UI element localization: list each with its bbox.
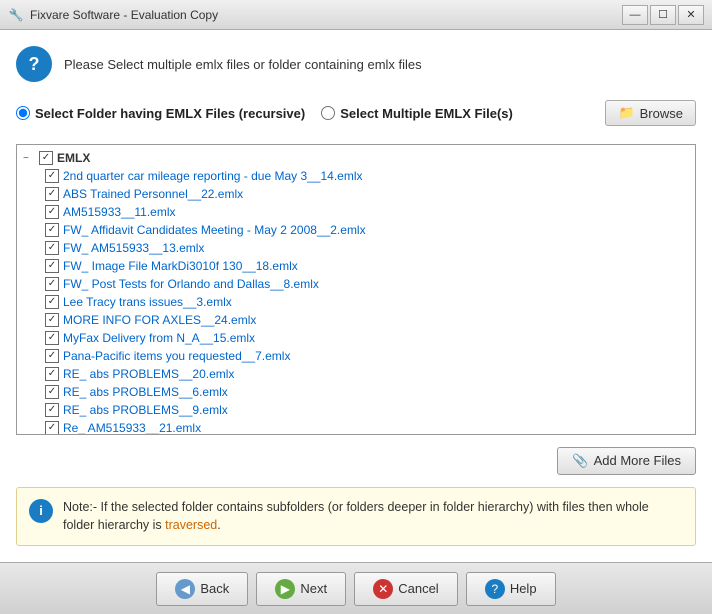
note-box: i Note:- If the selected folder contains… [16, 487, 696, 547]
root-label: EMLX [57, 151, 90, 165]
file-checkbox[interactable] [45, 385, 59, 399]
file-label: FW_ Post Tests for Orlando and Dallas__8… [63, 277, 319, 291]
back-icon: ◀ [175, 579, 195, 599]
header-section: ? Please Select multiple emlx files or f… [16, 46, 696, 82]
file-label: 2nd quarter car mileage reporting - due … [63, 169, 363, 183]
root-checkbox[interactable] [39, 151, 53, 165]
tree-item[interactable]: RE_ abs PROBLEMS__6.emlx [17, 383, 695, 401]
main-content: ? Please Select multiple emlx files or f… [0, 30, 712, 562]
window-controls: — ☐ ✕ [622, 5, 704, 25]
file-checkbox[interactable] [45, 187, 59, 201]
file-checkbox[interactable] [45, 205, 59, 219]
radio-files-input[interactable] [321, 106, 335, 120]
cancel-button[interactable]: ✕ Cancel [354, 572, 457, 606]
tree-item[interactable]: MyFax Delivery from N_A__15.emlx [17, 329, 695, 347]
note-highlight: traversed [165, 518, 217, 532]
file-checkbox[interactable] [45, 259, 59, 273]
browse-button[interactable]: 📁 Browse [605, 100, 696, 126]
tree-item[interactable]: Lee Tracy trans issues__3.emlx [17, 293, 695, 311]
file-checkbox[interactable] [45, 313, 59, 327]
file-label: FW_ Affidavit Candidates Meeting - May 2… [63, 223, 366, 237]
add-files-row: 📎 Add More Files [16, 447, 696, 475]
file-label: Pana-Pacific items you requested__7.emlx [63, 349, 290, 363]
file-checkbox[interactable] [45, 277, 59, 291]
file-label: Lee Tracy trans issues__3.emlx [63, 295, 232, 309]
back-button[interactable]: ◀ Back [156, 572, 248, 606]
tree-item[interactable]: ABS Trained Personnel__22.emlx [17, 185, 695, 203]
note-part2: . [217, 518, 220, 532]
help-button[interactable]: ? Help [466, 572, 556, 606]
file-label: MyFax Delivery from N_A__15.emlx [63, 331, 255, 345]
file-checkbox[interactable] [45, 349, 59, 363]
window-title: Fixvare Software - Evaluation Copy [30, 8, 622, 22]
browse-label: Browse [640, 106, 683, 121]
options-row: Select Folder having EMLX Files (recursi… [16, 94, 696, 132]
note-info-icon: i [29, 499, 53, 523]
next-icon: ▶ [275, 579, 295, 599]
file-tree-inner: − EMLX 2nd quarter car mileage reporting… [17, 145, 695, 435]
tree-item[interactable]: 2nd quarter car mileage reporting - due … [17, 167, 695, 185]
radio-folder-input[interactable] [16, 106, 30, 120]
add-files-icon: 📎 [572, 453, 588, 469]
radio-folder-option[interactable]: Select Folder having EMLX Files (recursi… [16, 106, 305, 121]
file-label: RE_ abs PROBLEMS__6.emlx [63, 385, 228, 399]
tree-item[interactable]: MORE INFO FOR AXLES__24.emlx [17, 311, 695, 329]
radio-files-label: Select Multiple EMLX File(s) [340, 106, 513, 121]
file-label: MORE INFO FOR AXLES__24.emlx [63, 313, 256, 327]
add-files-label: Add More Files [594, 453, 681, 468]
tree-item[interactable]: FW_ Affidavit Candidates Meeting - May 2… [17, 221, 695, 239]
radio-folder-label: Select Folder having EMLX Files (recursi… [35, 106, 305, 121]
close-button[interactable]: ✕ [678, 5, 704, 25]
expand-icon: − [23, 153, 35, 164]
note-part1: Note:- If the selected folder contains s… [63, 500, 649, 533]
file-checkbox[interactable] [45, 403, 59, 417]
file-label: Re_ AM515933__21.emlx [63, 421, 201, 435]
minimize-button[interactable]: — [622, 5, 648, 25]
file-label: AM515933__11.emlx [63, 205, 176, 219]
tree-item[interactable]: Pana-Pacific items you requested__7.emlx [17, 347, 695, 365]
title-bar: 🔧 Fixvare Software - Evaluation Copy — ☐… [0, 0, 712, 30]
help-label: Help [510, 581, 537, 596]
question-icon: ? [16, 46, 52, 82]
next-label: Next [300, 581, 327, 596]
file-label: FW_ AM515933__13.emlx [63, 241, 204, 255]
next-button[interactable]: ▶ Next [256, 572, 346, 606]
cancel-label: Cancel [398, 581, 438, 596]
radio-files-option[interactable]: Select Multiple EMLX File(s) [321, 106, 513, 121]
tree-root[interactable]: − EMLX [17, 149, 695, 167]
help-icon: ? [485, 579, 505, 599]
file-list: 2nd quarter car mileage reporting - due … [17, 167, 695, 435]
maximize-button[interactable]: ☐ [650, 5, 676, 25]
note-text: Note:- If the selected folder contains s… [63, 498, 683, 536]
folder-icon: 📁 [618, 105, 634, 121]
file-label: ABS Trained Personnel__22.emlx [63, 187, 243, 201]
tree-item[interactable]: FW_ Image File MarkDi3010f 130__18.emlx [17, 257, 695, 275]
tree-item[interactable]: AM515933__11.emlx [17, 203, 695, 221]
file-tree-container[interactable]: − EMLX 2nd quarter car mileage reporting… [16, 144, 696, 435]
file-checkbox[interactable] [45, 295, 59, 309]
tree-item[interactable]: FW_ AM515933__13.emlx [17, 239, 695, 257]
file-checkbox[interactable] [45, 331, 59, 345]
app-icon: 🔧 [8, 7, 24, 23]
tree-item[interactable]: RE_ abs PROBLEMS__9.emlx [17, 401, 695, 419]
header-text: Please Select multiple emlx files or fol… [64, 57, 422, 72]
file-checkbox[interactable] [45, 169, 59, 183]
bottom-bar: ◀ Back ▶ Next ✕ Cancel ? Help [0, 562, 712, 614]
file-label: RE_ abs PROBLEMS__9.emlx [63, 403, 228, 417]
file-label: RE_ abs PROBLEMS__20.emlx [63, 367, 234, 381]
add-more-files-button[interactable]: 📎 Add More Files [557, 447, 696, 475]
file-checkbox[interactable] [45, 367, 59, 381]
tree-item[interactable]: FW_ Post Tests for Orlando and Dallas__8… [17, 275, 695, 293]
tree-item[interactable]: RE_ abs PROBLEMS__20.emlx [17, 365, 695, 383]
cancel-icon: ✕ [373, 579, 393, 599]
file-checkbox[interactable] [45, 421, 59, 435]
file-label: FW_ Image File MarkDi3010f 130__18.emlx [63, 259, 298, 273]
tree-item[interactable]: Re_ AM515933__21.emlx [17, 419, 695, 435]
file-checkbox[interactable] [45, 223, 59, 237]
back-label: Back [200, 581, 229, 596]
file-checkbox[interactable] [45, 241, 59, 255]
